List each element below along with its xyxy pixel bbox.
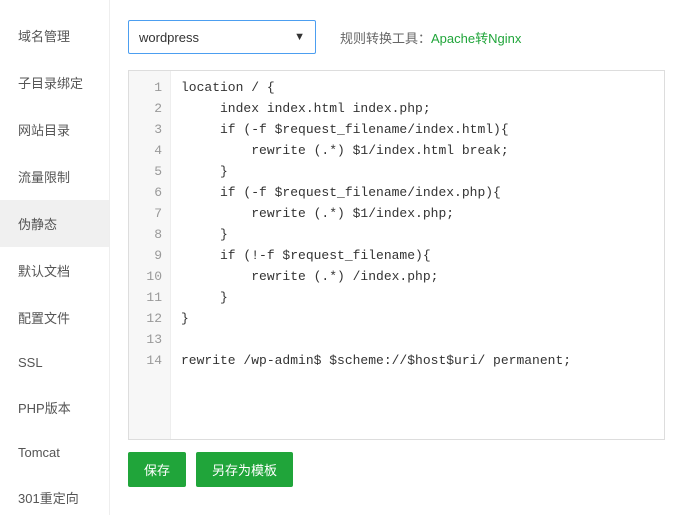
sidebar-item[interactable]: 子目录绑定 <box>0 59 109 106</box>
converter-link[interactable]: Apache转Nginx <box>431 31 521 46</box>
line-number: 3 <box>129 119 162 140</box>
line-number: 13 <box>129 329 162 350</box>
line-number: 11 <box>129 287 162 308</box>
line-number: 2 <box>129 98 162 119</box>
sidebar-item[interactable]: 配置文件 <box>0 294 109 341</box>
sidebar-item[interactable]: SSL <box>0 341 109 384</box>
line-gutter: 1234567891011121314 <box>129 71 171 439</box>
code-line: if (-f $request_filename/index.php){ <box>181 182 654 203</box>
line-number: 14 <box>129 350 162 371</box>
template-select-value: wordpress <box>139 30 294 45</box>
sidebar-item[interactable]: PHP版本 <box>0 384 109 431</box>
converter-label: 规则转换工具： <box>340 31 431 46</box>
code-line: } <box>181 161 654 182</box>
topbar: wordpress ▼ 规则转换工具：Apache转Nginx <box>128 20 665 54</box>
converter-tool: 规则转换工具：Apache转Nginx <box>340 28 521 47</box>
line-number: 10 <box>129 266 162 287</box>
save-as-template-button[interactable]: 另存为模板 <box>196 452 293 487</box>
line-number: 6 <box>129 182 162 203</box>
code-content[interactable]: location / { index index.html index.php;… <box>171 71 664 439</box>
line-number: 9 <box>129 245 162 266</box>
sidebar-item[interactable]: 默认文档 <box>0 247 109 294</box>
button-row: 保存 另存为模板 <box>128 452 665 487</box>
code-line: location / { <box>181 77 654 98</box>
sidebar-item[interactable]: Tomcat <box>0 431 109 474</box>
code-line: if (!-f $request_filename){ <box>181 245 654 266</box>
code-line: } <box>181 308 654 329</box>
chevron-down-icon: ▼ <box>294 31 305 43</box>
code-line: } <box>181 224 654 245</box>
line-number: 8 <box>129 224 162 245</box>
code-line: rewrite (.*) /index.php; <box>181 266 654 287</box>
sidebar-item[interactable]: 域名管理 <box>0 12 109 59</box>
line-number: 5 <box>129 161 162 182</box>
code-line: } <box>181 287 654 308</box>
sidebar: 域名管理子目录绑定网站目录流量限制伪静态默认文档配置文件SSLPHP版本Tomc… <box>0 0 110 515</box>
sidebar-item[interactable]: 流量限制 <box>0 153 109 200</box>
code-line: rewrite /wp-admin$ $scheme://$host$uri/ … <box>181 350 654 371</box>
sidebar-item[interactable]: 网站目录 <box>0 106 109 153</box>
sidebar-item[interactable]: 301重定向 <box>0 474 109 521</box>
template-select[interactable]: wordpress ▼ <box>128 20 316 54</box>
code-line: index index.html index.php; <box>181 98 654 119</box>
code-line <box>181 329 654 350</box>
line-number: 12 <box>129 308 162 329</box>
code-line: rewrite (.*) $1/index.php; <box>181 203 654 224</box>
line-number: 1 <box>129 77 162 98</box>
line-number: 7 <box>129 203 162 224</box>
code-line: if (-f $request_filename/index.html){ <box>181 119 654 140</box>
save-button[interactable]: 保存 <box>128 452 186 487</box>
code-editor[interactable]: 1234567891011121314 location / { index i… <box>128 70 665 440</box>
main-panel: wordpress ▼ 规则转换工具：Apache转Nginx 12345678… <box>110 0 683 515</box>
sidebar-item[interactable]: 伪静态 <box>0 200 109 247</box>
line-number: 4 <box>129 140 162 161</box>
code-line: rewrite (.*) $1/index.html break; <box>181 140 654 161</box>
